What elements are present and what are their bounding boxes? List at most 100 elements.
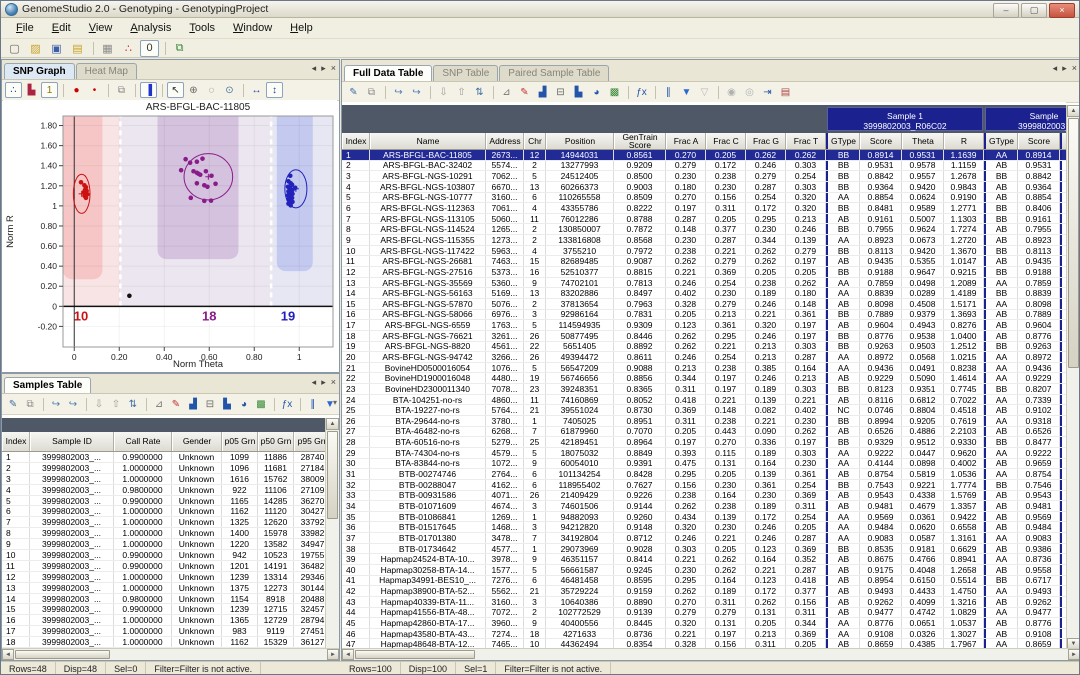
table-row[interactable]: 133999802003_...1.0000000Unknown13751227… (2, 583, 326, 594)
table-row[interactable]: 27BTA-46482-no-rs6268...7618799600.70700… (342, 427, 1066, 438)
filter-icon[interactable]: ▼ (678, 84, 695, 100)
copy-icon[interactable]: ⧉ (22, 396, 38, 412)
table-row[interactable]: 19ARS-BFGL-NGS-88204561...2256514050.889… (342, 342, 1066, 353)
close-button[interactable]: × (1049, 3, 1075, 18)
menu-item-analysis[interactable]: Analysis (121, 20, 180, 36)
table-row[interactable]: 32BTB-002880474162...61189554020.76270.1… (342, 480, 1066, 491)
table-row[interactable]: 4ARS-BFGL-NGS-1038076670...13602663730.9… (342, 182, 1066, 193)
sort-az-icon[interactable]: ⇅ (471, 84, 488, 100)
column-header-15[interactable]: Score (1018, 133, 1060, 149)
column-header-2[interactable]: Call Rate (114, 432, 172, 451)
table-row[interactable]: 9ARS-BFGL-NGS-1153551273...21338168080.8… (342, 235, 1066, 246)
pie-chart-icon[interactable]: ◕ (588, 84, 605, 100)
scroll-right-icon[interactable]: ► (1068, 649, 1080, 660)
table-row[interactable]: 63999802003_...1.0000000Unknown116211120… (2, 506, 326, 517)
column-header-8[interactable]: Frac G (746, 133, 786, 149)
column-header-0[interactable]: Index (2, 432, 30, 451)
table-row[interactable]: 21BovineHD05000160541076...5565472090.90… (342, 363, 1066, 374)
scroll-left-icon[interactable]: ◄ (2, 649, 14, 660)
column-header-4[interactable]: p05 Grn (222, 432, 258, 451)
export-displayed-icon[interactable]: ↪ (390, 84, 407, 100)
heatmap-icon[interactable]: ▩ (253, 396, 269, 412)
table-row[interactable]: 30BTA-83844-no-rs1072...9600540100.93910… (342, 459, 1066, 470)
export-all-icon[interactable]: ↪ (408, 84, 425, 100)
column-header-3[interactable]: Gender (172, 432, 222, 451)
function-icon[interactable]: ƒx (633, 84, 650, 100)
open-project-icon[interactable]: ▨ (26, 40, 45, 57)
tab-full-data-table[interactable]: Full Data Table (344, 65, 432, 81)
legend-icon[interactable]: ▤ (777, 84, 794, 100)
tab-heat-map[interactable]: Heat Map (76, 63, 137, 79)
line-plot-icon[interactable]: ⊿ (498, 84, 515, 100)
column-header-1[interactable]: Name (370, 133, 486, 149)
scroll-left-icon[interactable]: ◄ (342, 649, 354, 660)
pie-chart-icon[interactable]: ◕ (236, 396, 252, 412)
table-row[interactable]: 28BTA-60516-no-rs5279...25421894510.8964… (342, 437, 1066, 448)
tab-samples-table[interactable]: Samples Table (4, 377, 91, 393)
small-point-icon[interactable]: • (86, 82, 103, 98)
report-wizard-icon[interactable]: ▦ (98, 40, 117, 57)
box-plot-icon[interactable]: ⊟ (552, 84, 569, 100)
histogram-view-icon[interactable]: ▙ (23, 82, 40, 98)
histogram-icon[interactable]: ▙ (219, 396, 235, 412)
toolbar-overflow-icon[interactable]: ▾ (333, 398, 337, 407)
tab-snp-graph[interactable]: SNP Graph (4, 63, 75, 79)
new-folder-icon[interactable]: ▤ (68, 40, 87, 57)
data-vertical-scrollbar[interactable]: ▲ ▼ (1066, 105, 1080, 650)
column-header-7[interactable]: Frac C (706, 133, 746, 149)
table-row[interactable]: 14ARS-BFGL-NGS-561635169...13832028860.8… (342, 288, 1066, 299)
column-header-11[interactable]: Score (860, 133, 902, 149)
table-row[interactable]: 5ARS-BFGL-NGS-107773160...61102655580.85… (342, 193, 1066, 204)
samples-horizontal-scrollbar[interactable]: ◄ ► (2, 648, 339, 660)
clear-filter-icon[interactable]: ▽ (696, 84, 713, 100)
table-row[interactable]: 53999802003_...0.9900000Unknown116514285… (2, 496, 326, 507)
copy-plot-icon[interactable]: ⧉ (113, 82, 130, 98)
edit-mode-icon[interactable]: ✎ (5, 396, 21, 412)
sort-ascending-icon[interactable]: ⇩ (91, 396, 107, 412)
table-row[interactable]: 153999802003_...0.9900000Unknown12391271… (2, 604, 326, 615)
zero-count-badge[interactable]: 0 (140, 40, 159, 57)
plots-per-row-count[interactable]: 1 (41, 82, 58, 98)
sort-az-icon[interactable]: ⇅ (125, 396, 141, 412)
menu-item-tools[interactable]: Tools (180, 20, 224, 36)
scatter-view-icon[interactable]: ∴ (5, 82, 22, 98)
columns-icon[interactable]: ∥ (660, 84, 677, 100)
heatmap-icon[interactable]: ▩ (606, 84, 623, 100)
table-row[interactable]: 22BovineHD19000160484480...19567466560.8… (342, 373, 1066, 384)
fit-horizontal-icon[interactable]: ↔ (248, 82, 265, 98)
unlock-icon[interactable]: ◎ (741, 84, 758, 100)
table-row[interactable]: 42Hapmap38900-BTA-52...5562...2135729224… (342, 586, 1066, 597)
table-row[interactable]: 13ARS-BFGL-NGS-355695360...9747021010.78… (342, 278, 1066, 289)
sort-descending-icon[interactable]: ⇧ (453, 84, 470, 100)
scatter-plot-icon[interactable]: ✎ (168, 396, 184, 412)
column-header-3[interactable]: Chr (524, 133, 546, 149)
table-row[interactable]: 2ARS-BFGL-BAC-324025574...2132779930.920… (342, 161, 1066, 172)
column-header-9[interactable]: Frac T (786, 133, 826, 149)
pan-tool-icon[interactable]: ⊕ (185, 82, 202, 98)
table-row[interactable]: 34BTB-010716094674...3746015060.91440.26… (342, 501, 1066, 512)
table-row[interactable]: 183999802003_...1.0000000Unknown11621532… (2, 637, 326, 648)
column-header-12[interactable]: Theta (902, 133, 944, 149)
table-row[interactable]: 46Hapmap43580-BTA-43...7274...1842716330… (342, 629, 1066, 640)
scroll-up-icon[interactable]: ▲ (1067, 105, 1080, 117)
table-row[interactable]: 143999802003_...0.9800000Unknown11548918… (2, 594, 326, 605)
scroll-up-icon[interactable]: ▲ (326, 418, 339, 430)
sort-descending-icon[interactable]: ⇧ (108, 396, 124, 412)
edit-mode-icon[interactable]: ✎ (345, 84, 362, 100)
table-row[interactable]: 24BTA-104251-no-rs4860...11741608690.805… (342, 395, 1066, 406)
bar-plot-icon[interactable]: ▟ (185, 396, 201, 412)
data-horizontal-scrollbar[interactable]: ◄ ► (342, 648, 1080, 660)
minimize-button[interactable]: – (993, 3, 1019, 18)
new-project-icon[interactable]: ▢ (5, 40, 24, 57)
column-header-10[interactable]: GType (826, 133, 860, 149)
menu-item-edit[interactable]: Edit (43, 20, 80, 36)
column-header-14[interactable]: GType (984, 133, 1018, 149)
samples-vertical-scrollbar[interactable]: ▲ ▼ (325, 418, 339, 660)
column-freeze-icon[interactable]: ⇥ (759, 84, 776, 100)
table-row[interactable]: 173999802003_...1.0000000Unknown98391192… (2, 626, 326, 637)
cluster-dots-icon[interactable]: ∴ (119, 40, 138, 57)
menu-item-help[interactable]: Help (281, 20, 322, 36)
lock-icon[interactable]: ◉ (723, 84, 740, 100)
tab-snp-table[interactable]: SNP Table (433, 65, 498, 81)
dock-left-arrow-icon[interactable]: ◂ (312, 63, 317, 74)
